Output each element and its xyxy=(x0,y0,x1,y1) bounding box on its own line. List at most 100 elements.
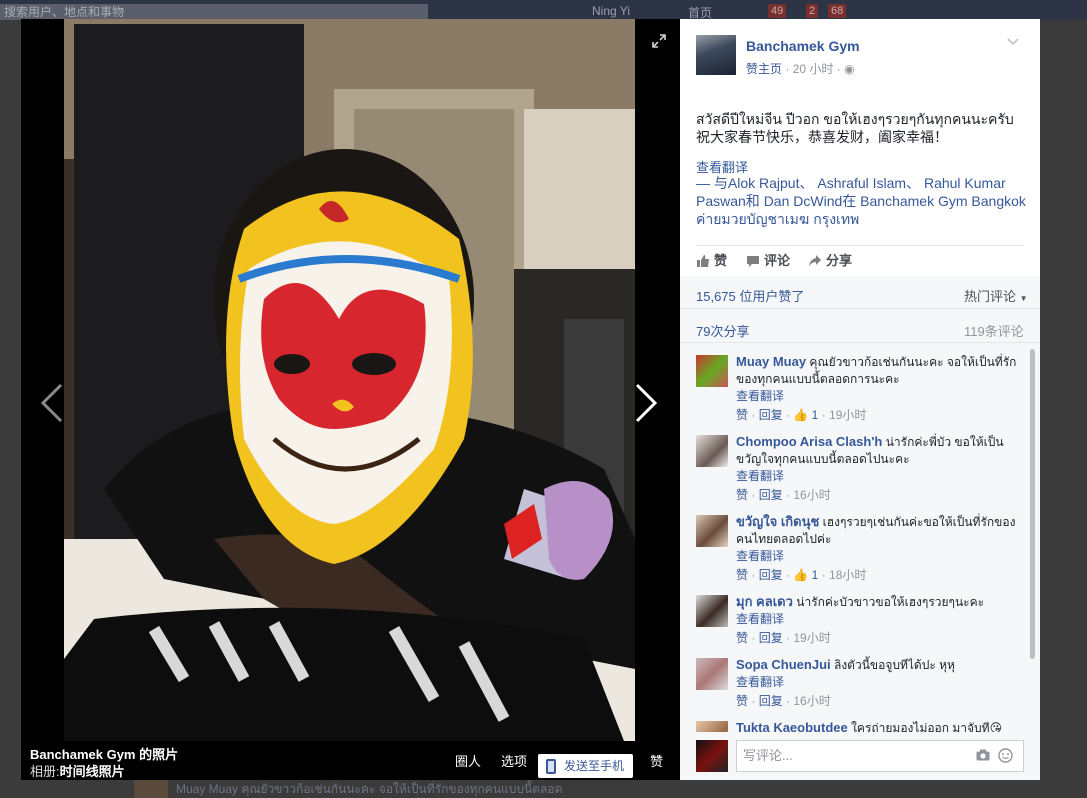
post-side-panel: Banchamek Gym 赞主页 · 20 小时 · ◉ สวัสดีปีให… xyxy=(680,19,1040,780)
comment-count[interactable]: 119条评论 xyxy=(964,321,1024,340)
background-profile-name: Ning Yi xyxy=(592,4,631,18)
comment-actions: 赞 · 回复 · 16小时 xyxy=(736,488,831,502)
comment-translate-link[interactable]: 查看翻译 xyxy=(736,611,1026,628)
background-comment: Muay Muay คุณยัวขาวก้อเช่นกันนะคะ จอให้เ… xyxy=(130,780,650,798)
post-meta: 赞主页 · 20 小时 · ◉ xyxy=(746,60,855,77)
post-text: สวัสดีปีใหม่จีน ปีวอก ขอให้เฮงๆรวยๆกันทุ… xyxy=(696,110,1031,146)
comment-body: Chompoo Arisa Clash'h น่ารักค่ะพี่บัว ขอ… xyxy=(736,433,1026,504)
send-to-mobile-label: 发送至手机 xyxy=(564,759,625,773)
comment-sort-dropdown[interactable]: 热门评论 ▼ xyxy=(964,286,1028,305)
like-label: 赞 xyxy=(714,253,728,268)
comment-time[interactable]: 16小时 xyxy=(793,488,830,502)
comment-sort-label: 热门评论 xyxy=(964,289,1017,304)
thumbs-up-icon xyxy=(697,255,709,267)
like-photo-button[interactable]: 赞 xyxy=(650,751,663,770)
globe-icon: ◉ xyxy=(844,62,855,76)
previous-photo-arrow-icon[interactable] xyxy=(35,381,65,425)
comment-time[interactable]: 19小时 xyxy=(829,408,866,422)
comment-like-button[interactable]: 赞 xyxy=(736,694,748,708)
comment-actions: 赞 · 回复 · 👍 1 · 18小时 xyxy=(736,568,867,582)
commenter-avatar[interactable] xyxy=(696,595,728,627)
chevron-down-icon[interactable] xyxy=(1007,37,1019,47)
comment-author[interactable]: Muay Muay xyxy=(736,354,806,369)
comment-author[interactable]: Chompoo Arisa Clash'h xyxy=(736,434,882,449)
comment-body: ขวัญใจ เกิดนุช เฮงๆรวยๆเช่นกันค่ะขอให้เป… xyxy=(736,513,1026,584)
commenter-avatar[interactable] xyxy=(696,658,728,690)
page-name-link[interactable]: Banchamek Gym xyxy=(746,38,860,54)
comment-text: น่ารักค่ะบัวขาวขอให้เฮงๆรวยๆนะคะ xyxy=(796,595,985,609)
photo-caption-bar: Banchamek Gym 的照片 相册:时间线照片 圈人 选项 分享 编辑 赞… xyxy=(21,741,680,780)
options-button[interactable]: 选项 xyxy=(501,751,527,770)
album-link[interactable]: 时间线照片 xyxy=(60,764,125,779)
comment-reply-button[interactable]: 回复 xyxy=(759,694,783,708)
main-photo[interactable] xyxy=(64,19,635,741)
comment-like-button[interactable]: 赞 xyxy=(736,488,748,502)
like-page-link[interactable]: 赞主页 xyxy=(746,62,782,76)
current-user-avatar xyxy=(696,740,728,772)
send-to-mobile-button[interactable]: 发送至手机 xyxy=(538,754,633,778)
comment-translate-link[interactable]: 查看翻译 xyxy=(736,548,1026,565)
background-comment-text: Muay Muay คุณยัวขาวก้อเช่นกันนะคะ จอให้เ… xyxy=(176,782,563,796)
emoji-icon[interactable] xyxy=(998,748,1013,763)
comment-body: Muay Muay คุณยัวขาวก้อเช่นกันนะคะ จอให้เ… xyxy=(736,353,1026,424)
album-prefix: 相册: xyxy=(30,764,60,779)
post-text-thai: สวัสดีปีใหม่จีน ปีวอก ขอให้เฮงๆรวยๆกันทุ… xyxy=(696,111,1014,127)
comment-author[interactable]: มุก คลเดว xyxy=(736,594,793,609)
commenter-avatar[interactable] xyxy=(696,435,728,467)
comment-like-number: 1 xyxy=(811,568,819,582)
comment-author[interactable]: ขวัญใจ เกิดนุช xyxy=(736,514,819,529)
comment-like-number: 1 xyxy=(811,408,819,422)
commenter-avatar[interactable] xyxy=(696,515,728,547)
comment-reply-button[interactable]: 回复 xyxy=(759,408,783,422)
photo-image xyxy=(64,19,635,741)
comment-composer: 写评论... xyxy=(680,732,1040,780)
background-badge: 49 xyxy=(768,4,787,18)
comment-reply-button[interactable]: 回复 xyxy=(759,568,783,582)
comment-button[interactable]: 评论 xyxy=(746,252,790,270)
meta-separator: · xyxy=(785,62,793,76)
comment-like-button[interactable]: 赞 xyxy=(736,408,748,422)
comment-body: Sopa ChuenJui ลิงตัวนี้ขอจูบทีได้ปะ หุหุ… xyxy=(736,656,1026,710)
shares-count[interactable]: 79次分享 xyxy=(696,321,749,340)
meta-separator: · xyxy=(836,62,845,76)
commenter-avatar[interactable] xyxy=(696,355,728,387)
like-button[interactable]: 赞 xyxy=(696,252,727,270)
comment-icon xyxy=(747,256,759,267)
album-info: 相册:时间线照片 xyxy=(30,761,125,780)
comment-like-button[interactable]: 赞 xyxy=(736,568,748,582)
comment-translate-link[interactable]: 查看翻译 xyxy=(736,674,1026,691)
comment-like-count[interactable]: 👍 1 xyxy=(793,568,818,582)
post-text-chinese: 祝大家春节快乐，恭喜发财，阖家幸福！ xyxy=(696,129,948,145)
comments-scrollbar[interactable] xyxy=(1030,349,1035,659)
comment-label: 评论 xyxy=(764,253,791,268)
comment-actions: 赞 · 回复 · 👍 1 · 19小时 xyxy=(736,408,867,422)
comment-like-button[interactable]: 赞 xyxy=(736,631,748,645)
comment-author[interactable]: Sopa ChuenJui xyxy=(736,657,831,672)
comment-text: ลิงตัวนี้ขอจูบทีได้ปะ หุหุ xyxy=(833,658,955,672)
comment-time[interactable]: 18小时 xyxy=(829,568,866,582)
camera-icon[interactable] xyxy=(976,749,990,761)
background-badge: 2 xyxy=(806,4,819,18)
comment-like-count[interactable]: 👍 1 xyxy=(793,408,818,422)
comment-reply-button[interactable]: 回复 xyxy=(759,631,783,645)
comment-translate-link[interactable]: 查看翻译 xyxy=(736,388,1026,405)
page-avatar[interactable] xyxy=(696,35,736,75)
tag-photo-button[interactable]: 圈人 xyxy=(455,751,481,770)
comment-time[interactable]: 19小时 xyxy=(793,631,830,645)
comment-translate-link[interactable]: 查看翻译 xyxy=(736,468,1026,485)
background-avatar xyxy=(134,780,168,798)
comment-actions: 赞 · 回复 · 19小时 xyxy=(736,631,831,645)
background-search: 搜索用户、地点和事物 xyxy=(0,4,428,20)
post-time[interactable]: 20 小时 xyxy=(793,62,834,76)
comment-reply-button[interactable]: 回复 xyxy=(759,488,783,502)
comment-time[interactable]: 16小时 xyxy=(793,694,830,708)
likes-count[interactable]: 15,675 位用户赞了 xyxy=(696,286,804,305)
background-badge: 68 xyxy=(828,4,847,18)
tagged-people[interactable]: — 与Alok Rajput、 Ashraful Islam、 Rahul Ku… xyxy=(696,174,1026,228)
share-button[interactable]: 分享 xyxy=(808,252,852,270)
divider xyxy=(680,308,1040,309)
share-label: 分享 xyxy=(826,253,853,268)
post-action-row: 赞 评论 分享 xyxy=(696,252,1026,272)
next-photo-arrow-icon[interactable] xyxy=(631,381,661,425)
fullscreen-icon[interactable] xyxy=(651,33,667,49)
